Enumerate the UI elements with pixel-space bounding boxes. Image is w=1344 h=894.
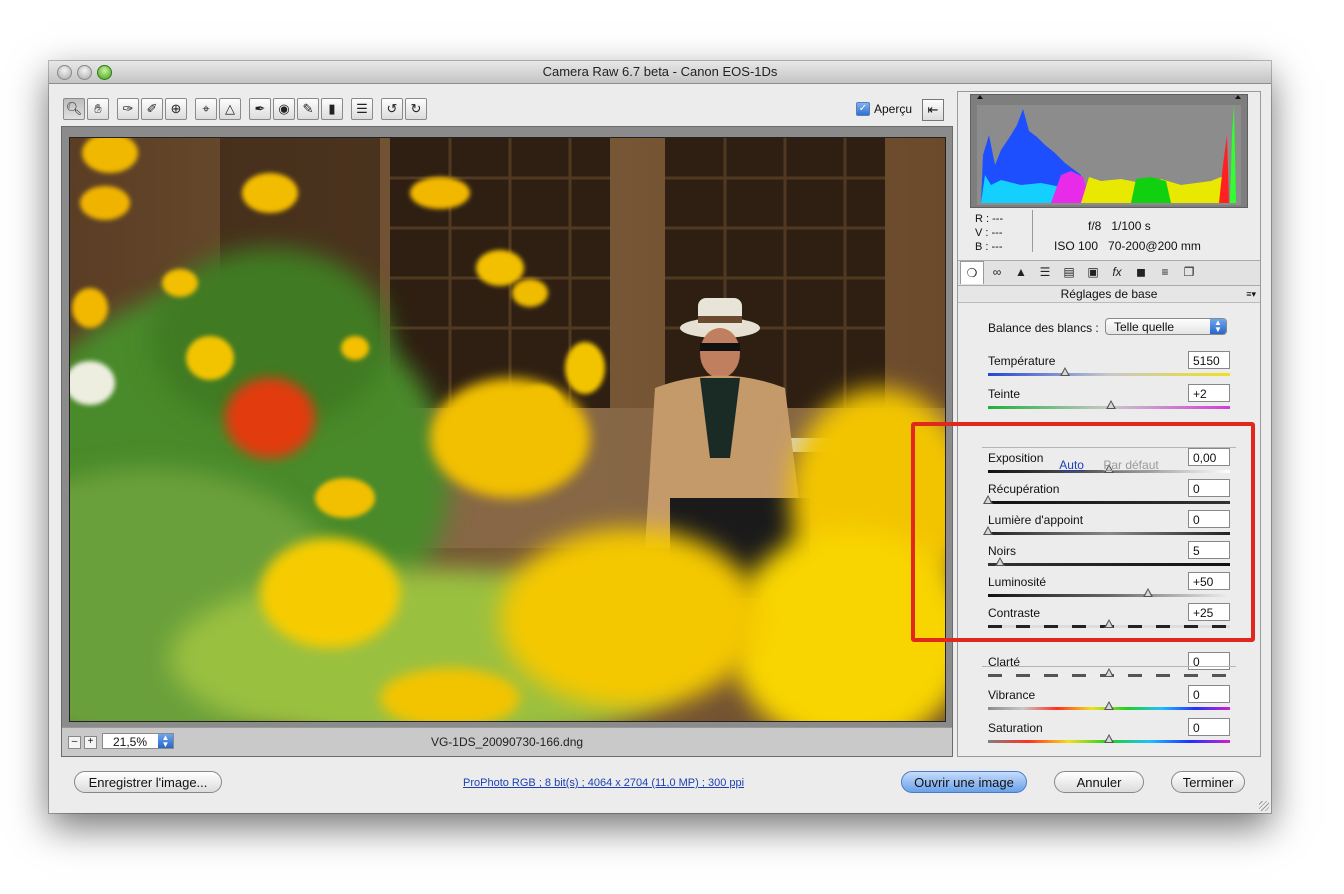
color-sampler-icon[interactable]: ✐ — [141, 98, 163, 120]
graduated-filter-icon[interactable]: ▮ — [321, 98, 343, 120]
panel-tabs: ❍ ∞ ▲ ☰ ▤ ▣ fx ◼ ≡ ❐ — [958, 260, 1260, 286]
close-window-icon[interactable] — [57, 65, 72, 80]
rgb-readout: R : --- V : --- B : --- — [975, 212, 1003, 254]
red-eye-icon[interactable]: ◉ — [273, 98, 295, 120]
slider-1: Teinte +2 — [988, 384, 1230, 417]
divider — [1032, 210, 1033, 252]
camera-calibration-icon[interactable]: ◼ — [1130, 261, 1152, 283]
r-value: R : --- — [975, 213, 1004, 225]
save-image-button[interactable]: Enregistrer l'image... — [74, 771, 222, 793]
slider-value-field[interactable]: 5150 — [1188, 351, 1230, 369]
divider — [982, 666, 1236, 667]
window-title: Camera Raw 6.7 beta - Canon EOS-1Ds — [542, 64, 778, 79]
slider-value-field[interactable]: 0 — [1188, 685, 1230, 703]
fullscreen-icon[interactable]: ⇤ — [922, 99, 944, 121]
done-button[interactable]: Terminer — [1171, 771, 1245, 793]
slider-thumb[interactable] — [1106, 400, 1117, 409]
slider-label: Vibrance — [988, 688, 1036, 702]
snapshots-icon[interactable]: ❐ — [1178, 261, 1200, 283]
white-balance-icon[interactable]: ✑ — [117, 98, 139, 120]
rotate-cw-icon[interactable]: ↻ — [405, 98, 427, 120]
section-title: Réglages de base — [1060, 287, 1158, 301]
slider-thumb[interactable] — [1104, 734, 1114, 743]
rotate-ccw-icon[interactable]: ↺ — [381, 98, 403, 120]
hsl-icon[interactable]: ☰ — [1034, 261, 1056, 283]
zoom-icon[interactable]: 🔍︎ — [63, 98, 85, 120]
preview-checkbox[interactable]: ✓ — [856, 102, 870, 116]
straighten-icon[interactable]: △ — [219, 98, 241, 120]
iso-lens: ISO 100 70-200@200 mm — [1054, 239, 1201, 253]
chevron-updown-icon: ▲ ▼ — [1210, 319, 1226, 334]
v-value: V : --- — [975, 227, 1003, 239]
slider-track[interactable] — [988, 373, 1230, 376]
tone-curve-icon[interactable]: ∞ — [986, 261, 1008, 283]
histogram — [970, 94, 1248, 208]
slider-0: Température 5150 — [988, 351, 1230, 384]
fx-icon[interactable]: fx — [1106, 261, 1128, 283]
white-balance-label: Balance des blancs : — [988, 321, 1099, 335]
slider-label: Température — [988, 354, 1056, 368]
exif-info: f/8 1/100 s ISO 100 70-200@200 mm — [1054, 216, 1254, 256]
slider-10: Saturation 0 — [988, 718, 1230, 751]
zoom-window-icon[interactable] — [97, 65, 112, 80]
preferences-icon[interactable]: ☰ — [351, 98, 373, 120]
photo-preview[interactable] — [69, 137, 946, 722]
preview-toggle[interactable]: ✓ Aperçu — [856, 102, 912, 116]
slider-9: Vibrance 0 — [988, 685, 1230, 718]
slider-label: Teinte — [988, 387, 1021, 401]
lens-icon[interactable]: ▣ — [1082, 261, 1104, 283]
slider-8: Clarté 0 — [988, 652, 1230, 685]
cancel-button[interactable]: Annuler — [1054, 771, 1144, 793]
slider-value-field[interactable]: +2 — [1188, 384, 1230, 402]
open-image-button[interactable]: Ouvrir une image — [901, 771, 1027, 793]
white-balance-select[interactable]: Telle quelle ▲ ▼ — [1105, 318, 1227, 335]
hand-icon[interactable]: ✋︎ — [87, 98, 109, 120]
slider-thumb[interactable] — [1104, 668, 1114, 677]
preview-label: Aperçu — [874, 102, 913, 116]
section-header: Réglages de base ≡▾ — [958, 286, 1260, 303]
title-bar[interactable]: Camera Raw 6.7 beta - Canon EOS-1Ds — [49, 61, 1271, 84]
annotation-highlight-box — [911, 422, 1255, 642]
white-balance-value: Telle quelle — [1114, 320, 1175, 334]
histogram-graph — [971, 95, 1247, 207]
split-toning-icon[interactable]: ▤ — [1058, 261, 1080, 283]
panel-menu-icon[interactable]: ≡▾ — [1246, 286, 1256, 302]
tool-bar: 🔍︎ ✋︎ ✑ ✐ ⊕ ⌖ △ ✒ ◉ ✎ ▮ ☰ ↺ ↻ — [63, 98, 427, 122]
slider-value-field[interactable]: 0 — [1188, 652, 1230, 670]
spot-removal-icon[interactable]: ✒ — [249, 98, 271, 120]
aperture-shutter: f/8 1/100 s — [1088, 219, 1151, 233]
workflow-options-link[interactable]: ProPhoto RGB ; 8 bit(s) ; 4064 x 2704 (1… — [463, 777, 744, 789]
basic-icon[interactable]: ❍ — [960, 261, 984, 284]
target-adjust-icon[interactable]: ⊕ — [165, 98, 187, 120]
detail-icon[interactable]: ▲ — [1010, 261, 1032, 283]
presets-icon[interactable]: ≡ — [1154, 261, 1176, 283]
image-filename: VG-1DS_20090730-166.dng — [430, 735, 584, 749]
crop-icon[interactable]: ⌖ — [195, 98, 217, 120]
image-status-bar: – + 21,5% ▲ ▼ VG-1DS_20090730-166.dng — [62, 727, 952, 756]
slider-value-field[interactable]: 0 — [1188, 718, 1230, 736]
minimize-window-icon[interactable] — [77, 65, 92, 80]
resize-grip-icon[interactable] — [1259, 801, 1269, 811]
photo-image — [70, 138, 945, 721]
slider-thumb[interactable] — [1104, 701, 1114, 710]
image-preview-area: – + 21,5% ▲ ▼ VG-1DS_20090730-166.dng — [61, 126, 953, 757]
b-value: B : --- — [975, 241, 1003, 253]
slider-thumb[interactable] — [1060, 367, 1071, 376]
slider-label: Saturation — [988, 721, 1043, 735]
adjustment-brush-icon[interactable]: ✎ — [297, 98, 319, 120]
